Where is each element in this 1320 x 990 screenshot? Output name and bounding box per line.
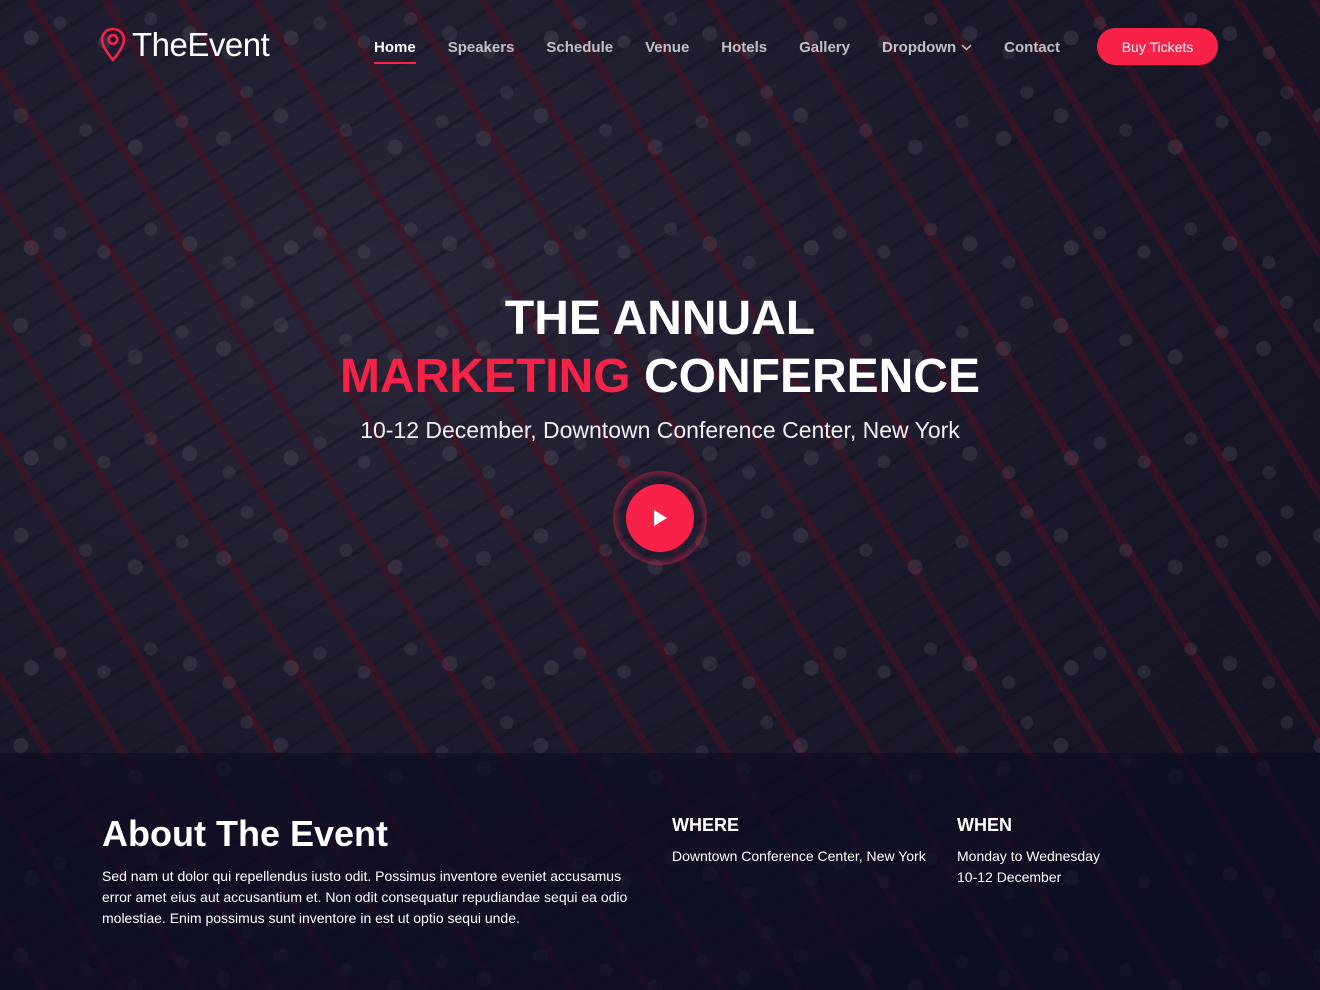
hero-title-accent: Marketing xyxy=(339,350,631,403)
main-nav: Home Speakers Schedule Venue Hotels Gall… xyxy=(374,36,1092,64)
nav-schedule[interactable]: Schedule xyxy=(546,36,613,58)
hero-title: The Annual Marketing Conference xyxy=(0,290,1320,406)
nav-home[interactable]: Home xyxy=(374,36,416,64)
nav-dropdown[interactable]: Dropdown xyxy=(882,36,972,58)
when-title: When xyxy=(957,815,1012,835)
nav-speakers[interactable]: Speakers xyxy=(448,36,515,58)
when-days: Monday to Wednesday xyxy=(957,848,1100,864)
about-section: About The Event Sed nam ut dolor qui rep… xyxy=(0,753,1320,990)
nav-hotels[interactable]: Hotels xyxy=(721,36,767,58)
where-title: Where xyxy=(672,815,739,835)
buy-tickets-button[interactable]: Buy Tickets xyxy=(1097,28,1218,65)
nav-gallery[interactable]: Gallery xyxy=(799,36,850,58)
chevron-down-icon xyxy=(961,43,972,51)
site-header: TheEvent Home Speakers Schedule Venue Ho… xyxy=(0,0,1320,92)
site-logo[interactable]: TheEvent xyxy=(100,26,270,64)
play-video-button[interactable] xyxy=(613,471,707,565)
map-pin-icon xyxy=(100,27,126,62)
nav-contact[interactable]: Contact xyxy=(1004,36,1060,58)
nav-dropdown-label: Dropdown xyxy=(882,38,957,56)
nav-venue[interactable]: Venue xyxy=(645,36,689,58)
hero-title-line1: The Annual xyxy=(504,292,816,345)
logo-text: TheEvent xyxy=(132,26,270,63)
when-dates: 10-12 December xyxy=(957,869,1062,885)
hero-subtitle: 10-12 December, Downtown Conference Cent… xyxy=(360,417,960,443)
about-title: About The Event xyxy=(102,813,388,854)
where-text: Downtown Conference Center, New York xyxy=(672,848,926,864)
about-text: Sed nam ut dolor qui repellendus iusto o… xyxy=(102,868,628,926)
hero-title-rest: Conference xyxy=(643,350,981,403)
play-button-circle xyxy=(626,484,694,552)
play-icon xyxy=(654,510,667,526)
